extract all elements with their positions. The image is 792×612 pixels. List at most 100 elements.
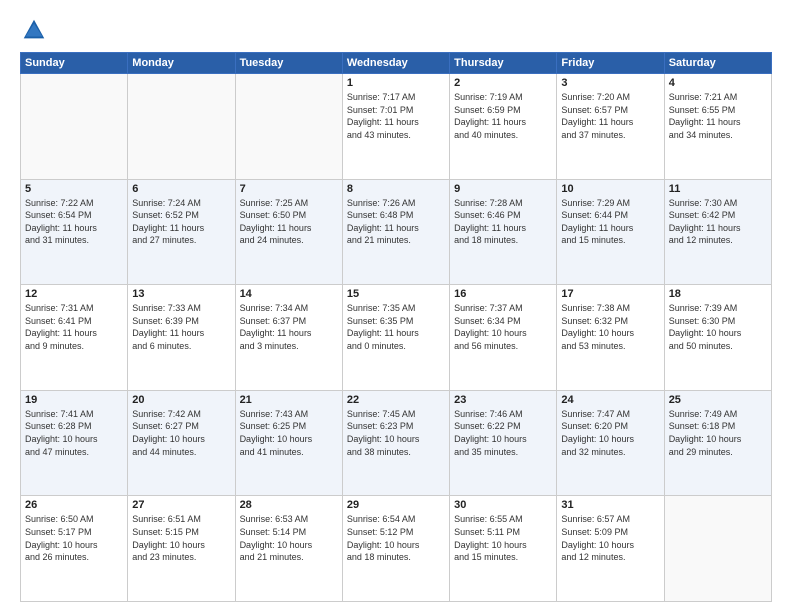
day-number: 16: [454, 288, 552, 300]
day-number: 7: [240, 183, 338, 195]
calendar-day-4: 4 Sunrise: 7:21 AM Sunset: 6:55 PM Daylig…: [664, 74, 771, 180]
day-number: 15: [347, 288, 445, 300]
day-number: 9: [454, 183, 552, 195]
day-number: 4: [669, 77, 767, 89]
calendar-header-thursday: Thursday: [450, 53, 557, 74]
day-number: 2: [454, 77, 552, 89]
day-number: 19: [25, 394, 123, 406]
calendar-week-row: 12 Sunrise: 7:31 AM Sunset: 6:41 PM Dayli…: [21, 285, 772, 391]
calendar-day-1: 1 Sunrise: 7:17 AM Sunset: 7:01 PM Daylig…: [342, 74, 449, 180]
calendar-header-friday: Friday: [557, 53, 664, 74]
calendar-day-3: 3 Sunrise: 7:20 AM Sunset: 6:57 PM Daylig…: [557, 74, 664, 180]
calendar-week-row: 5 Sunrise: 7:22 AM Sunset: 6:54 PM Daylig…: [21, 179, 772, 285]
calendar-day-7: 7 Sunrise: 7:25 AM Sunset: 6:50 PM Daylig…: [235, 179, 342, 285]
logo: [20, 16, 50, 44]
calendar-day-10: 10 Sunrise: 7:29 AM Sunset: 6:44 PM Dayli…: [557, 179, 664, 285]
calendar-header-saturday: Saturday: [664, 53, 771, 74]
day-number: 1: [347, 77, 445, 89]
day-number: 5: [25, 183, 123, 195]
day-info: Sunrise: 6:55 AM Sunset: 5:11 PM Dayligh…: [454, 513, 552, 563]
calendar-week-row: 19 Sunrise: 7:41 AM Sunset: 6:28 PM Dayli…: [21, 390, 772, 496]
day-info: Sunrise: 7:31 AM Sunset: 6:41 PM Dayligh…: [25, 302, 123, 352]
calendar-day-23: 23 Sunrise: 7:46 AM Sunset: 6:22 PM Dayli…: [450, 390, 557, 496]
day-info: Sunrise: 7:24 AM Sunset: 6:52 PM Dayligh…: [132, 197, 230, 247]
day-info: Sunrise: 6:51 AM Sunset: 5:15 PM Dayligh…: [132, 513, 230, 563]
page: SundayMondayTuesdayWednesdayThursdayFrid…: [0, 0, 792, 612]
day-number: 27: [132, 499, 230, 511]
day-info: Sunrise: 6:57 AM Sunset: 5:09 PM Dayligh…: [561, 513, 659, 563]
calendar-day-14: 14 Sunrise: 7:34 AM Sunset: 6:37 PM Dayli…: [235, 285, 342, 391]
day-number: 21: [240, 394, 338, 406]
day-number: 23: [454, 394, 552, 406]
calendar-table: SundayMondayTuesdayWednesdayThursdayFrid…: [20, 52, 772, 602]
calendar-day-26: 26 Sunrise: 6:50 AM Sunset: 5:17 PM Dayli…: [21, 496, 128, 602]
day-info: Sunrise: 7:41 AM Sunset: 6:28 PM Dayligh…: [25, 408, 123, 458]
day-info: Sunrise: 7:45 AM Sunset: 6:23 PM Dayligh…: [347, 408, 445, 458]
header: [20, 16, 772, 44]
day-number: 18: [669, 288, 767, 300]
day-number: 28: [240, 499, 338, 511]
day-info: Sunrise: 7:20 AM Sunset: 6:57 PM Dayligh…: [561, 91, 659, 141]
calendar-header-row: SundayMondayTuesdayWednesdayThursdayFrid…: [21, 53, 772, 74]
day-info: Sunrise: 7:29 AM Sunset: 6:44 PM Dayligh…: [561, 197, 659, 247]
day-info: Sunrise: 6:54 AM Sunset: 5:12 PM Dayligh…: [347, 513, 445, 563]
day-info: Sunrise: 7:17 AM Sunset: 7:01 PM Dayligh…: [347, 91, 445, 141]
day-info: Sunrise: 7:21 AM Sunset: 6:55 PM Dayligh…: [669, 91, 767, 141]
day-info: Sunrise: 6:53 AM Sunset: 5:14 PM Dayligh…: [240, 513, 338, 563]
calendar-day-6: 6Sunrise: 7:24 AM Sunset: 6:52 PM Daylig…: [128, 179, 235, 285]
day-number: 3: [561, 77, 659, 89]
day-number: 14: [240, 288, 338, 300]
day-info: Sunrise: 7:37 AM Sunset: 6:34 PM Dayligh…: [454, 302, 552, 352]
day-number: 12: [25, 288, 123, 300]
day-info: Sunrise: 7:49 AM Sunset: 6:18 PM Dayligh…: [669, 408, 767, 458]
calendar-day-empty: [21, 74, 128, 180]
calendar-day-21: 21Sunrise: 7:43 AM Sunset: 6:25 PM Dayli…: [235, 390, 342, 496]
day-number: 24: [561, 394, 659, 406]
calendar-day-empty: [235, 74, 342, 180]
day-info: Sunrise: 7:39 AM Sunset: 6:30 PM Dayligh…: [669, 302, 767, 352]
day-info: Sunrise: 7:25 AM Sunset: 6:50 PM Dayligh…: [240, 197, 338, 247]
calendar-day-8: 8 Sunrise: 7:26 AM Sunset: 6:48 PM Daylig…: [342, 179, 449, 285]
day-info: Sunrise: 7:47 AM Sunset: 6:20 PM Dayligh…: [561, 408, 659, 458]
calendar-week-row: 1 Sunrise: 7:17 AM Sunset: 7:01 PM Daylig…: [21, 74, 772, 180]
calendar-day-22: 22 Sunrise: 7:45 AM Sunset: 6:23 PM Dayli…: [342, 390, 449, 496]
day-info: Sunrise: 7:38 AM Sunset: 6:32 PM Dayligh…: [561, 302, 659, 352]
day-number: 26: [25, 499, 123, 511]
day-number: 31: [561, 499, 659, 511]
day-info: Sunrise: 7:26 AM Sunset: 6:48 PM Dayligh…: [347, 197, 445, 247]
calendar-day-2: 2 Sunrise: 7:19 AM Sunset: 6:59 PM Daylig…: [450, 74, 557, 180]
calendar-day-11: 11Sunrise: 7:30 AM Sunset: 6:42 PM Dayli…: [664, 179, 771, 285]
calendar-header-monday: Monday: [128, 53, 235, 74]
day-info: Sunrise: 7:35 AM Sunset: 6:35 PM Dayligh…: [347, 302, 445, 352]
calendar-day-20: 20 Sunrise: 7:42 AM Sunset: 6:27 PM Dayli…: [128, 390, 235, 496]
calendar-day-empty: [128, 74, 235, 180]
day-info: Sunrise: 7:28 AM Sunset: 6:46 PM Dayligh…: [454, 197, 552, 247]
calendar-day-29: 29 Sunrise: 6:54 AM Sunset: 5:12 PM Dayli…: [342, 496, 449, 602]
calendar-day-13: 13Sunrise: 7:33 AM Sunset: 6:39 PM Dayli…: [128, 285, 235, 391]
day-info: Sunrise: 7:30 AM Sunset: 6:42 PM Dayligh…: [669, 197, 767, 247]
calendar-day-19: 19 Sunrise: 7:41 AM Sunset: 6:28 PM Dayli…: [21, 390, 128, 496]
day-number: 30: [454, 499, 552, 511]
calendar-day-30: 30 Sunrise: 6:55 AM Sunset: 5:11 PM Dayli…: [450, 496, 557, 602]
calendar-day-27: 27 Sunrise: 6:51 AM Sunset: 5:15 PM Dayli…: [128, 496, 235, 602]
day-number: 25: [669, 394, 767, 406]
day-info: Sunrise: 7:22 AM Sunset: 6:54 PM Dayligh…: [25, 197, 123, 247]
day-info: Sunrise: 7:42 AM Sunset: 6:27 PM Dayligh…: [132, 408, 230, 458]
calendar-day-17: 17Sunrise: 7:38 AM Sunset: 6:32 PM Dayli…: [557, 285, 664, 391]
logo-icon: [20, 16, 48, 44]
day-info: Sunrise: 7:33 AM Sunset: 6:39 PM Dayligh…: [132, 302, 230, 352]
calendar-day-28: 28 Sunrise: 6:53 AM Sunset: 5:14 PM Dayli…: [235, 496, 342, 602]
day-info: Sunrise: 7:34 AM Sunset: 6:37 PM Dayligh…: [240, 302, 338, 352]
calendar-day-15: 15 Sunrise: 7:35 AM Sunset: 6:35 PM Dayli…: [342, 285, 449, 391]
day-number: 22: [347, 394, 445, 406]
day-number: 8: [347, 183, 445, 195]
calendar-day-31: 31 Sunrise: 6:57 AM Sunset: 5:09 PM Dayli…: [557, 496, 664, 602]
calendar-day-25: 25 Sunrise: 7:49 AM Sunset: 6:18 PM Dayli…: [664, 390, 771, 496]
day-number: 10: [561, 183, 659, 195]
day-number: 20: [132, 394, 230, 406]
day-number: 29: [347, 499, 445, 511]
day-info: Sunrise: 6:50 AM Sunset: 5:17 PM Dayligh…: [25, 513, 123, 563]
day-info: Sunrise: 7:19 AM Sunset: 6:59 PM Dayligh…: [454, 91, 552, 141]
day-info: Sunrise: 7:46 AM Sunset: 6:22 PM Dayligh…: [454, 408, 552, 458]
calendar-day-12: 12 Sunrise: 7:31 AM Sunset: 6:41 PM Dayli…: [21, 285, 128, 391]
